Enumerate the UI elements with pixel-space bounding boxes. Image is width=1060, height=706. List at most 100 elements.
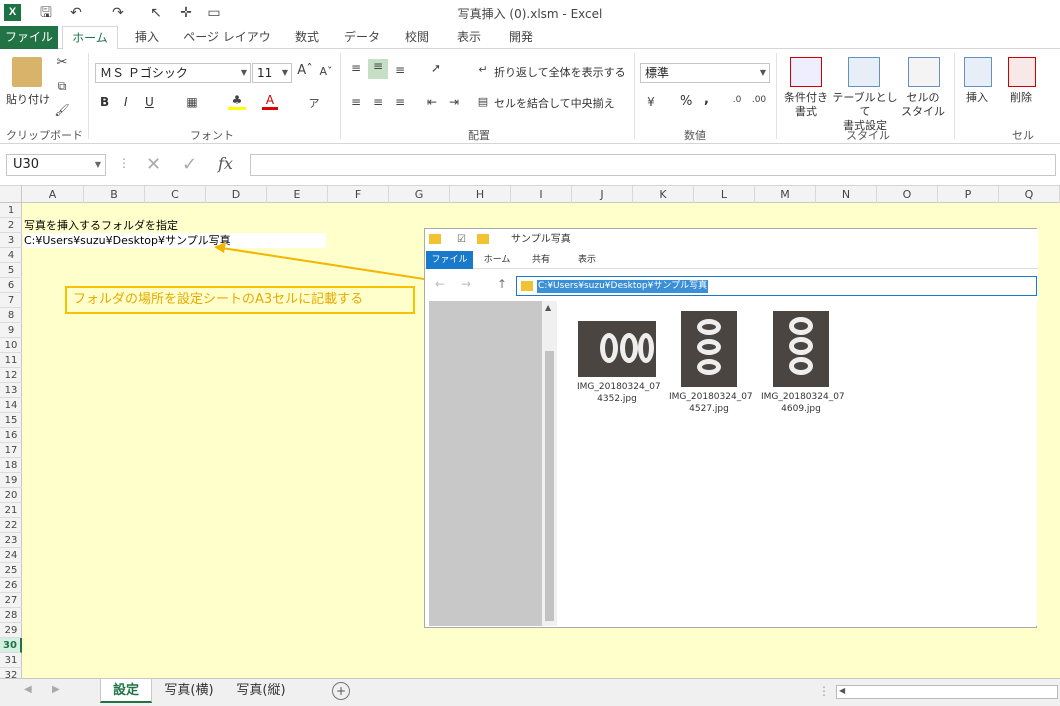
explorer-tab-home[interactable]: ホーム — [477, 251, 517, 269]
tab-formulas[interactable]: 数式 — [286, 26, 328, 49]
align-top-icon[interactable]: ≡ — [348, 61, 364, 75]
comma-button[interactable]: , — [704, 93, 709, 107]
insert-cells-icon[interactable] — [964, 57, 992, 87]
scroll-left-icon[interactable]: ◀ — [24, 684, 32, 695]
font-size-select[interactable]: 11 ▼ — [252, 63, 292, 83]
sheet-tab-photo-portrait[interactable]: 写真(縦) — [228, 679, 294, 703]
align-right-icon[interactable]: ≡ — [392, 95, 408, 109]
delete-cells-button[interactable]: 削除 — [1010, 91, 1032, 105]
cell-style-button[interactable]: セルの スタイル — [896, 91, 950, 119]
paste-icon[interactable] — [12, 57, 42, 87]
tab-insert[interactable]: 挿入 — [126, 26, 168, 49]
explorer-scrollbar[interactable]: ▲ — [542, 301, 557, 626]
cut-icon[interactable]: ✂ — [54, 55, 70, 71]
bold-button[interactable]: B — [100, 95, 109, 109]
more-icon: ⋮ — [818, 684, 830, 698]
conditional-format-icon[interactable] — [790, 57, 822, 87]
font-name-value: ＭＳ Ｐゴシック — [100, 66, 188, 80]
shrink-font-icon[interactable]: Aˇ — [318, 65, 334, 78]
explorer-address-bar: ← → ↑ C:¥Users¥suzu¥Desktop¥サンプル写真 — [425, 269, 1038, 301]
align-center-icon[interactable]: ≡ — [370, 95, 386, 109]
phonetic-icon[interactable]: ア — [306, 95, 322, 111]
photo-thumbnail — [681, 311, 737, 387]
forward-icon[interactable]: → — [461, 277, 471, 291]
font-size-value: 11 — [257, 66, 273, 80]
enter-icon[interactable]: ✓ — [182, 154, 197, 175]
format-table-icon[interactable] — [848, 57, 880, 87]
format-painter-icon[interactable]: 🖌 — [54, 103, 70, 119]
decrease-decimal-icon[interactable]: .00 — [750, 95, 768, 105]
decrease-indent-icon[interactable]: ⇤ — [424, 95, 440, 109]
file-name: IMG_20180324_07 4527.jpg — [669, 392, 753, 414]
copy-icon[interactable]: ⧉ — [54, 79, 70, 95]
conditional-format-button[interactable]: 条件付き 書式 — [780, 91, 832, 119]
font-name-select[interactable]: ＭＳ Ｐゴシック ▼ — [95, 63, 251, 83]
insert-function-button[interactable]: fx — [218, 154, 233, 173]
orientation-icon[interactable]: ➚ — [424, 61, 448, 75]
add-sheet-icon[interactable]: + — [332, 682, 350, 700]
tab-view[interactable]: 表示 — [448, 26, 490, 49]
insert-cells-button[interactable]: 挿入 — [966, 91, 988, 105]
formula-input[interactable] — [250, 154, 1056, 176]
explorer-tab-file[interactable]: ファイル — [426, 251, 473, 269]
currency-icon[interactable]: ¥ — [642, 95, 660, 109]
folder-icon — [521, 281, 533, 291]
folder-icon — [429, 234, 441, 244]
underline-button[interactable]: U — [145, 95, 154, 109]
folder-icon — [477, 234, 489, 244]
tab-home[interactable]: ホーム — [62, 26, 118, 50]
increase-decimal-icon[interactable]: .0 — [728, 95, 746, 105]
merge-center-button[interactable]: セルを結合して中央揃え — [494, 97, 615, 111]
up-icon[interactable]: ↑ — [497, 277, 507, 291]
grow-font-icon[interactable]: Aˆ — [297, 63, 313, 78]
divider — [340, 53, 341, 139]
cancel-icon[interactable]: ✕ — [146, 154, 161, 175]
ring-shape — [620, 333, 638, 363]
ring-shape — [638, 333, 654, 363]
tab-review[interactable]: 校閲 — [396, 26, 438, 49]
file-item[interactable]: IMG_20180324_07 4527.jpg — [669, 311, 753, 415]
file-item[interactable]: IMG_20180324_07 4352.jpg — [577, 311, 661, 405]
cell-style-icon[interactable] — [908, 57, 940, 87]
italic-button[interactable]: I — [124, 95, 128, 109]
horizontal-scrollbar[interactable]: ◀ — [836, 685, 1058, 699]
align-left-icon[interactable]: ≡ — [348, 95, 364, 109]
sheet-tab-settings[interactable]: 設定 — [100, 679, 152, 703]
paste-button[interactable]: 貼り付け — [6, 93, 50, 107]
delete-cells-icon[interactable] — [1008, 57, 1036, 87]
ring-shape — [697, 319, 721, 335]
tab-developer[interactable]: 開発 — [500, 26, 542, 49]
wrap-text-button[interactable]: 折り返して全体を表示する — [494, 66, 626, 80]
divider — [634, 53, 635, 139]
title-bar: X 🖫 ↶ ↷ ↖ ✛ ▭ 写真挿入 (0).xlsm - Excel — [0, 0, 1060, 26]
ribbon-tabs: ファイル ホーム 挿入 ページ レイアウト 数式 データ 校閲 表示 開発 — [0, 26, 1060, 67]
explorer-tab-share[interactable]: 共有 — [521, 251, 561, 269]
photo-thumbnail — [578, 321, 656, 377]
styles-group-label: スタイル — [846, 129, 890, 142]
file-item[interactable]: IMG_20180324_07 4609.jpg — [761, 311, 845, 415]
increase-indent-icon[interactable]: ⇥ — [446, 95, 462, 109]
chevron-down-icon: ▼ — [94, 160, 101, 169]
tab-file[interactable]: ファイル — [0, 26, 58, 49]
back-icon[interactable]: ← — [435, 277, 445, 291]
number-format-select[interactable]: 標準 ▼ — [640, 63, 770, 83]
tab-data[interactable]: データ — [338, 26, 386, 49]
fill-color-icon[interactable]: ♣ — [228, 93, 246, 110]
align-bottom-icon[interactable]: ≡ — [392, 63, 408, 77]
name-box[interactable]: U30 ▼ — [6, 154, 106, 176]
worksheet-grid[interactable]: ABCDEFGHIJKLMNOPQ 1 2 3 4 5 6 7 8 9 10 11 12 13 14 15 1… — [0, 186, 1060, 678]
font-color-icon[interactable]: A — [262, 93, 278, 110]
tab-page-layout[interactable]: ページ レイアウト — [178, 26, 276, 67]
percent-button[interactable]: % — [680, 95, 692, 109]
divider — [88, 53, 89, 139]
align-middle-icon[interactable]: ≡ — [368, 59, 388, 79]
border-icon[interactable]: ▦ — [184, 95, 200, 109]
explorer-address-input[interactable]: C:¥Users¥suzu¥Desktop¥サンプル写真 — [516, 276, 1037, 296]
explorer-tab-view[interactable]: 表示 — [567, 251, 607, 269]
photo-thumbnail — [773, 311, 829, 387]
file-explorer-window: ☑ サンプル写真 ファイル ホーム 共有 表示 ← → ↑ C:¥Users¥s… — [424, 228, 1038, 628]
scrollbar-thumb[interactable] — [545, 351, 554, 621]
ring-shape — [600, 333, 618, 363]
scroll-right-icon[interactable]: ▶ — [52, 684, 60, 695]
sheet-tab-photo-landscape[interactable]: 写真(横) — [156, 679, 222, 703]
